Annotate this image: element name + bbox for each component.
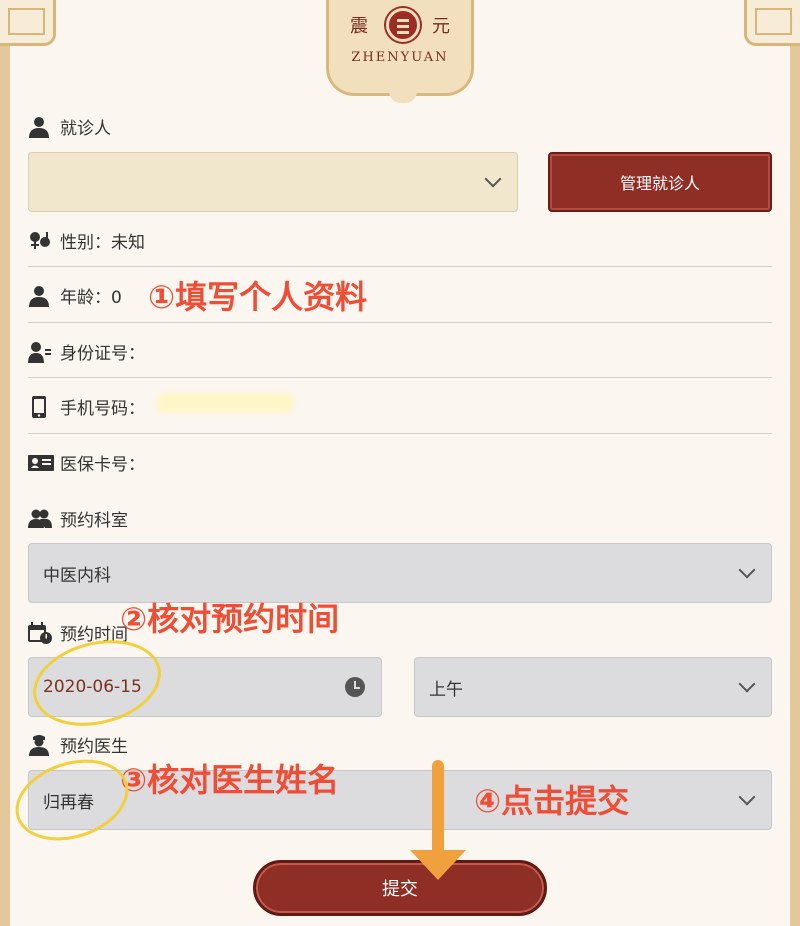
submit-button[interactable]: 提交 (253, 860, 547, 916)
id-number-text: 身份证号： (60, 344, 145, 364)
phone-redacted (156, 393, 294, 413)
annotation-step4: ④点击提交 (474, 782, 630, 820)
user-icon (28, 116, 52, 138)
right-frame-border (790, 0, 800, 926)
department-label-text: 预约科室 (60, 511, 128, 531)
doctor-label: 预约医生 (28, 732, 128, 757)
insurance-card-row: 医保卡号： (28, 450, 145, 475)
phone-row: 手机号码： (28, 394, 145, 419)
gender-row: 性别：未知 (28, 228, 145, 253)
users-icon (28, 508, 52, 530)
age-row: 年龄：0 (28, 283, 122, 308)
arrow-shaft (432, 760, 444, 860)
manage-patient-button-label: 管理就诊人 (619, 174, 700, 193)
chevron-down-icon (738, 561, 756, 579)
divider (28, 322, 772, 323)
doctor-highlight-circle (5, 745, 139, 855)
gender-icon (28, 230, 52, 252)
id-number-row: 身份证号： (28, 339, 145, 364)
period-selected-value: 上午 (429, 679, 463, 700)
logo-english: ZHENYUAN (351, 50, 449, 65)
department-label: 预约科室 (28, 506, 128, 531)
doctor-label-text: 预约医生 (60, 737, 128, 757)
clock-icon[interactable] (345, 677, 365, 697)
patient-label: 就诊人 (28, 114, 111, 139)
annotation-step3: ③核对医生姓名 (120, 761, 340, 799)
phone-text: 手机号码： (60, 399, 145, 419)
left-frame-border (0, 0, 10, 926)
divider (28, 377, 772, 378)
manage-patient-button[interactable]: 管理就诊人 (548, 152, 772, 212)
doctor-icon (28, 734, 52, 756)
logo-char-left: 震 (350, 16, 368, 37)
annotation-step2: ②核对预约时间 (120, 600, 340, 638)
logo-seal-icon (386, 8, 420, 42)
patient-select[interactable] (28, 152, 518, 212)
department-selected-value: 中医内科 (43, 565, 111, 586)
calendar-clock-icon (28, 621, 52, 644)
patient-label-text: 就诊人 (60, 119, 111, 139)
divider (28, 433, 772, 434)
chevron-down-icon (738, 788, 756, 806)
id-card-icon (28, 452, 54, 474)
right-corner-ornament (744, 0, 800, 46)
chevron-down-icon (484, 170, 502, 188)
left-corner-ornament (0, 0, 56, 46)
id-user-icon (28, 341, 52, 363)
period-select[interactable]: 上午 (414, 657, 772, 717)
insurance-card-text: 医保卡号： (60, 455, 145, 475)
logo-char-right: 元 (432, 16, 450, 37)
age-text: 年龄：0 (60, 288, 122, 308)
arrow-down-icon (410, 850, 466, 880)
divider (28, 266, 772, 267)
user-icon (28, 285, 52, 307)
zhenyuan-logo: 震 元 ZHENYUAN (326, 0, 474, 103)
gender-text: 性别：未知 (60, 233, 145, 253)
mobile-phone-icon (28, 395, 52, 418)
annotation-step1: ①填写个人资料 (148, 278, 368, 316)
chevron-down-icon (738, 675, 756, 693)
